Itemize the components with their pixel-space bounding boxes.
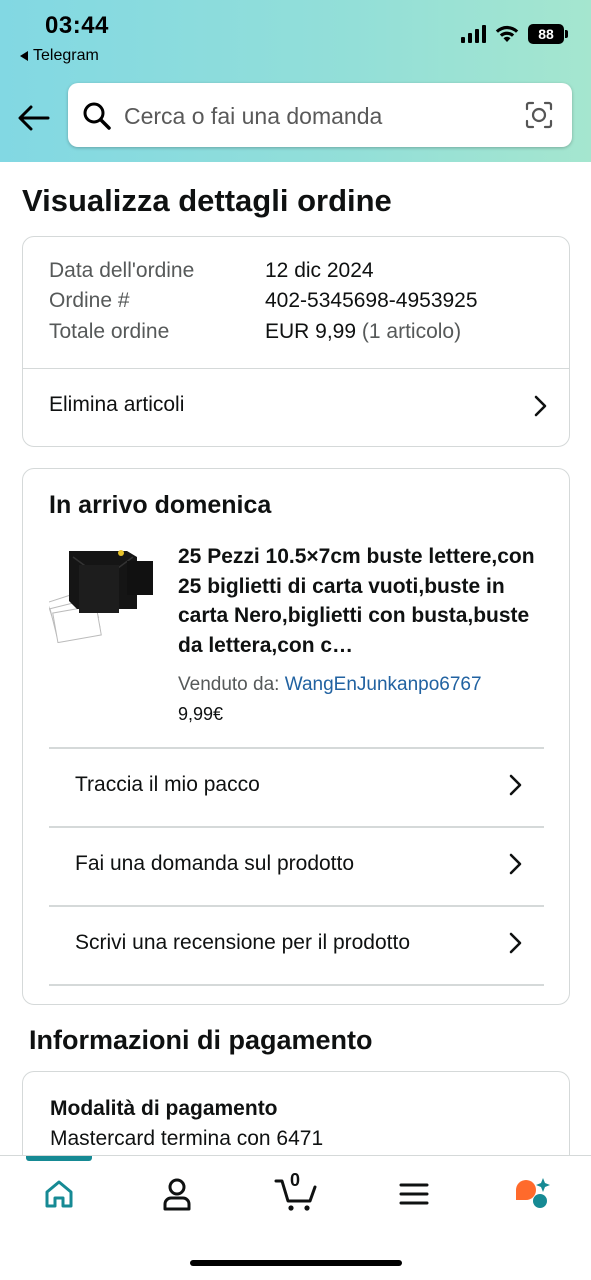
write-review-row[interactable]: Scrivi una recensione per il prodotto: [49, 907, 544, 984]
nav-active-indicator: [26, 1156, 92, 1161]
rufus-ai-icon: [516, 1178, 550, 1208]
battery-icon: 88: [528, 24, 568, 44]
app-header: 03:44 Telegram 88 Cerca o fai una domand…: [0, 0, 591, 162]
payment-method-value: Mastercard termina con 6471: [50, 1127, 324, 1150]
camera-search-icon[interactable]: [524, 100, 554, 130]
shipment-card: In arrivo domenica 25 Pezzi 10.5×7cm bus…: [22, 468, 570, 1005]
product-price: 9,99€: [178, 704, 224, 724]
nav-menu[interactable]: [389, 1174, 439, 1214]
order-summary-card: Data dell'ordine 12 dic 2024 Ordine # 40…: [22, 236, 570, 447]
search-icon: [83, 102, 111, 130]
nav-cart[interactable]: 0: [272, 1170, 320, 1214]
back-app-label: Telegram: [33, 47, 99, 64]
account-icon: [163, 1178, 191, 1211]
seller-link[interactable]: WangEnJunkanpo6767: [285, 674, 482, 695]
home-indicator: [190, 1260, 402, 1266]
seller-info: Venduto da: WangEnJunkanpo6767: [178, 674, 482, 696]
write-review-label: Scrivi una recensione per il prodotto: [75, 931, 411, 954]
status-icons: 88: [461, 24, 568, 44]
chevron-right-icon: [534, 395, 547, 417]
back-triangle-icon: [20, 51, 28, 61]
chevron-right-icon: [509, 853, 522, 875]
order-number-label: Ordine #: [49, 289, 130, 312]
payment-section-title: Informazioni di pagamento: [29, 1025, 373, 1055]
order-total-label: Totale ordine: [49, 320, 170, 343]
order-total-amount: EUR 9,99: [265, 320, 357, 343]
ask-product-question-row[interactable]: Fai una domanda sul prodotto: [49, 828, 544, 905]
sold-by-label: Venduto da:: [178, 674, 280, 695]
battery-level: 88: [538, 26, 554, 42]
payment-method-label: Modalità di pagamento: [50, 1097, 278, 1120]
wifi-icon: [495, 25, 519, 42]
page-title: Visualizza dettagli ordine: [22, 183, 392, 218]
search-bar[interactable]: Cerca o fai una domanda: [68, 83, 572, 147]
search-input[interactable]: Cerca o fai una domanda: [124, 103, 382, 130]
back-to-app-link[interactable]: Telegram: [20, 47, 99, 65]
back-arrow-icon[interactable]: [16, 100, 52, 136]
ask-question-label: Fai una domanda sul prodotto: [75, 852, 355, 875]
divider: [49, 984, 544, 986]
product-title-link[interactable]: 25 Pezzi 10.5×7cm buste lettere,con 25 b…: [178, 542, 548, 660]
chevron-right-icon: [509, 774, 522, 796]
home-icon: [45, 1180, 73, 1208]
order-date-value: 12 dic 2024: [265, 259, 374, 282]
order-total-items: (1 articolo): [361, 320, 462, 343]
track-package-row[interactable]: Traccia il mio pacco: [49, 749, 544, 826]
order-total-value: EUR 9,99 (1 articolo): [265, 320, 461, 344]
menu-icon: [399, 1183, 429, 1205]
order-number-value: 402-5345698-4953925: [265, 289, 478, 312]
chevron-right-icon: [509, 932, 522, 954]
nav-rufus[interactable]: [507, 1174, 557, 1214]
product-image[interactable]: [49, 543, 164, 643]
order-date-label: Data dell'ordine: [49, 259, 195, 282]
nav-account[interactable]: [152, 1174, 202, 1214]
delete-items-row[interactable]: Elimina articoli: [23, 369, 569, 447]
delete-items-label: Elimina articoli: [49, 393, 185, 416]
status-time: 03:44: [45, 12, 109, 39]
arrival-title: In arrivo domenica: [49, 491, 272, 519]
nav-home[interactable]: [34, 1174, 84, 1214]
cart-count-badge: 0: [290, 1170, 301, 1190]
track-package-label: Traccia il mio pacco: [75, 773, 260, 796]
cellular-signal-icon: [461, 25, 486, 43]
